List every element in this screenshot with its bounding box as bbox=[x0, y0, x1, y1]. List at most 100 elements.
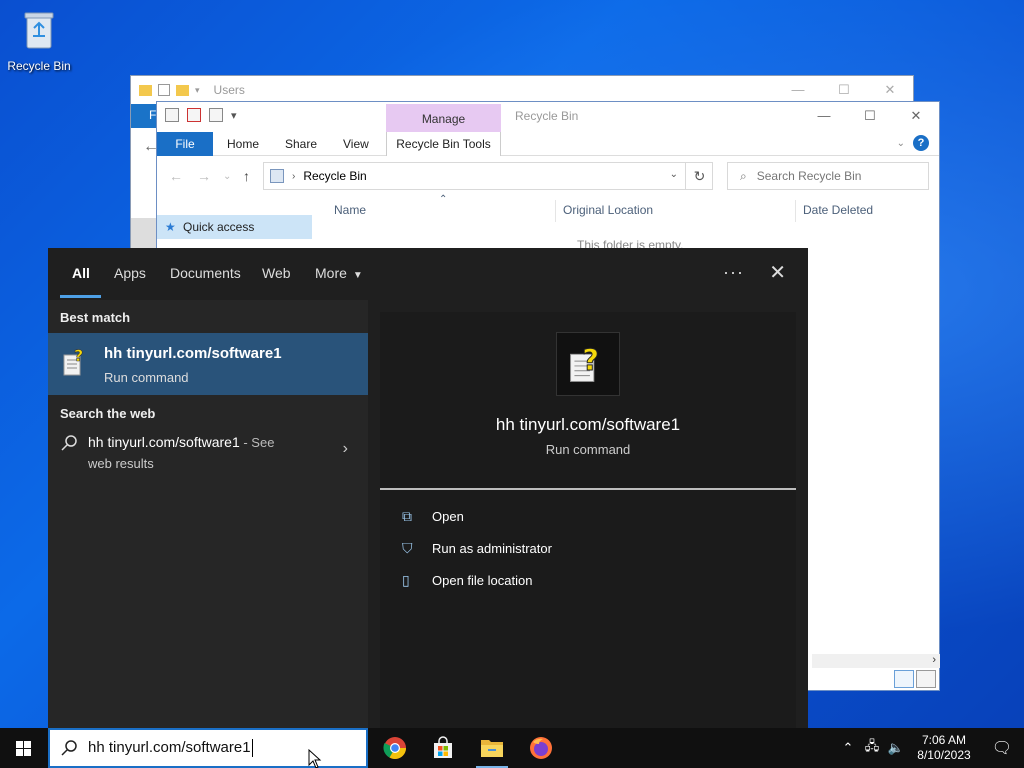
new-folder-icon[interactable] bbox=[176, 84, 189, 96]
large-icons-view-icon[interactable] bbox=[916, 670, 936, 688]
window-title: Recycle Bin bbox=[515, 109, 579, 123]
tab-documents[interactable]: Documents bbox=[170, 265, 241, 281]
action-label: Run as administrator bbox=[432, 540, 552, 556]
file-location-icon: ▯ bbox=[402, 572, 410, 588]
web-result-subtitle: web results bbox=[88, 456, 154, 471]
manage-tab[interactable]: Manage bbox=[386, 104, 501, 132]
preview-divider bbox=[380, 488, 796, 490]
desktop-icon-recycle-bin[interactable]: Recycle Bin bbox=[4, 8, 74, 73]
best-match-title: hh tinyurl.com/software1 bbox=[104, 345, 282, 362]
show-hidden-icons-icon[interactable]: ⌃ bbox=[836, 740, 860, 756]
close-icon[interactable]: ✕ bbox=[867, 76, 913, 104]
firefox-icon bbox=[530, 737, 552, 759]
minimize-icon[interactable]: — bbox=[801, 102, 847, 130]
file-tab-partial[interactable]: F bbox=[131, 104, 157, 128]
nav-item-quick-access[interactable]: ★ Quick access bbox=[157, 215, 312, 239]
customize-toolbar-icon[interactable]: ▾ bbox=[231, 109, 237, 122]
tab-share[interactable]: Share bbox=[285, 132, 317, 156]
tab-more-label: More bbox=[315, 265, 347, 281]
best-match-item[interactable]: ? hh tinyurl.com/software1 Run command bbox=[48, 333, 368, 395]
shield-admin-icon: ⛉ bbox=[402, 540, 413, 556]
minimize-icon[interactable]: — bbox=[775, 76, 821, 104]
maximize-icon[interactable]: ☐ bbox=[821, 76, 867, 104]
taskbar-app-firefox[interactable] bbox=[517, 728, 565, 768]
nav-pane-partial bbox=[131, 218, 157, 248]
recycle-bin-small-icon bbox=[270, 169, 284, 183]
action-run-as-administrator[interactable]: ⛉ Run as administrator bbox=[402, 540, 552, 556]
address-box[interactable]: › Recycle Bin ⌄ bbox=[263, 162, 713, 190]
scroll-right-icon[interactable]: › bbox=[932, 654, 936, 666]
column-divider[interactable] bbox=[795, 200, 796, 222]
recent-locations-icon[interactable]: ⌄ bbox=[223, 171, 231, 182]
properties-icon[interactable] bbox=[158, 84, 170, 96]
maximize-icon[interactable]: ☐ bbox=[847, 102, 893, 130]
breadcrumb-separator-icon[interactable]: › bbox=[292, 171, 295, 182]
back-arrow-icon[interactable]: ← bbox=[169, 168, 183, 184]
web-result-item[interactable]: hh tinyurl.com/software1 - See web resul… bbox=[48, 428, 368, 480]
forward-arrow-icon[interactable]: → bbox=[197, 168, 211, 184]
close-icon[interactable]: ✕ bbox=[769, 260, 786, 285]
search-placeholder: Search Recycle Bin bbox=[756, 169, 862, 183]
column-header-date-deleted[interactable]: Date Deleted bbox=[803, 203, 873, 217]
column-divider[interactable] bbox=[555, 200, 556, 222]
taskbar-app-chrome[interactable] bbox=[371, 728, 419, 768]
file-explorer-icon bbox=[481, 740, 503, 757]
action-open[interactable]: ⧉ Open bbox=[402, 508, 464, 524]
expand-ribbon-icon[interactable]: ⌄ bbox=[897, 138, 905, 149]
window-title: Users bbox=[213, 83, 245, 97]
best-match-heading: Best match bbox=[60, 310, 131, 325]
up-arrow-icon[interactable]: ↑ bbox=[243, 168, 250, 184]
refresh-button[interactable]: ↻ bbox=[685, 162, 713, 190]
breadcrumb-recycle-bin[interactable]: Recycle Bin bbox=[303, 169, 366, 183]
properties-icon[interactable] bbox=[187, 108, 201, 122]
chevron-right-icon[interactable]: › bbox=[343, 440, 348, 458]
window-controls: — ☐ ✕ bbox=[801, 102, 939, 130]
preview-pane: ? hh tinyurl.com/software1 Run command ⧉… bbox=[380, 312, 796, 728]
column-header-name[interactable]: Name bbox=[334, 203, 366, 217]
preview-subtitle: Run command bbox=[545, 442, 631, 457]
chevron-down-icon[interactable]: ⌄ bbox=[670, 169, 678, 180]
column-header-original-location[interactable]: Original Location bbox=[563, 203, 653, 217]
notifications-icon[interactable]: 🗨 bbox=[980, 738, 1024, 758]
clock[interactable]: 7:06 AM 8/10/2023 bbox=[908, 733, 980, 763]
tab-file[interactable]: File bbox=[157, 132, 213, 156]
network-icon[interactable]: 🖧 bbox=[860, 737, 884, 759]
open-icon: ⧉ bbox=[402, 508, 412, 524]
ribbon-tabs: File Home Share View Recycle Bin Tools ⌄… bbox=[157, 132, 939, 156]
tab-recycle-bin-tools[interactable]: Recycle Bin Tools bbox=[386, 132, 501, 156]
tab-more[interactable]: More ▼ bbox=[315, 265, 363, 281]
tab-all[interactable]: All bbox=[72, 265, 90, 281]
desktop-icon-label: Recycle Bin bbox=[7, 59, 71, 73]
search-query: hh tinyurl.com/software1 bbox=[88, 739, 253, 758]
tab-apps[interactable]: Apps bbox=[114, 265, 146, 281]
nav-item-label: Quick access bbox=[183, 220, 255, 234]
details-view-icon[interactable] bbox=[894, 670, 914, 688]
taskbar: hh tinyurl.com/software1 ⌃ 🖧 🔈 7:06 AM 8… bbox=[0, 728, 1024, 768]
tab-view[interactable]: View bbox=[343, 132, 369, 156]
help-icon[interactable]: ? bbox=[913, 135, 929, 151]
taskbar-app-file-explorer[interactable] bbox=[468, 728, 516, 768]
run-command-icon: ? bbox=[570, 342, 600, 382]
action-label: Open file location bbox=[432, 572, 533, 588]
more-options-icon[interactable]: ··· bbox=[723, 262, 744, 283]
search-filter-tabs: All Apps Documents Web More ▼ ··· ✕ bbox=[48, 248, 808, 300]
web-result-title: hh tinyurl.com/software1 - See bbox=[88, 434, 274, 450]
address-bar-row: ← → ⌄ ↑ › Recycle Bin ⌄ ↻ ⌕ Search Recyc… bbox=[157, 160, 939, 192]
volume-icon[interactable]: 🔈 bbox=[884, 740, 908, 756]
caret-down-icon: ▼ bbox=[352, 270, 363, 281]
search-input[interactable]: ⌕ Search Recycle Bin bbox=[727, 162, 929, 190]
web-result-suffix: - See bbox=[239, 435, 275, 450]
new-item-icon[interactable] bbox=[209, 108, 223, 122]
tab-web[interactable]: Web bbox=[262, 265, 291, 281]
start-button[interactable] bbox=[0, 728, 48, 768]
clock-time: 7:06 AM bbox=[921, 733, 967, 747]
taskbar-app-microsoft-store[interactable] bbox=[419, 728, 467, 768]
tab-home[interactable]: Home bbox=[227, 132, 259, 156]
close-icon[interactable]: ✕ bbox=[893, 102, 939, 130]
microsoft-store-icon bbox=[434, 736, 452, 758]
recycle-bin-small-icon bbox=[165, 108, 179, 122]
horizontal-scrollbar[interactable]: › bbox=[812, 654, 940, 668]
customize-toolbar-icon[interactable]: ▾ bbox=[195, 85, 200, 96]
action-open-file-location[interactable]: ▯ Open file location bbox=[402, 572, 532, 588]
action-label: Open bbox=[432, 508, 464, 524]
